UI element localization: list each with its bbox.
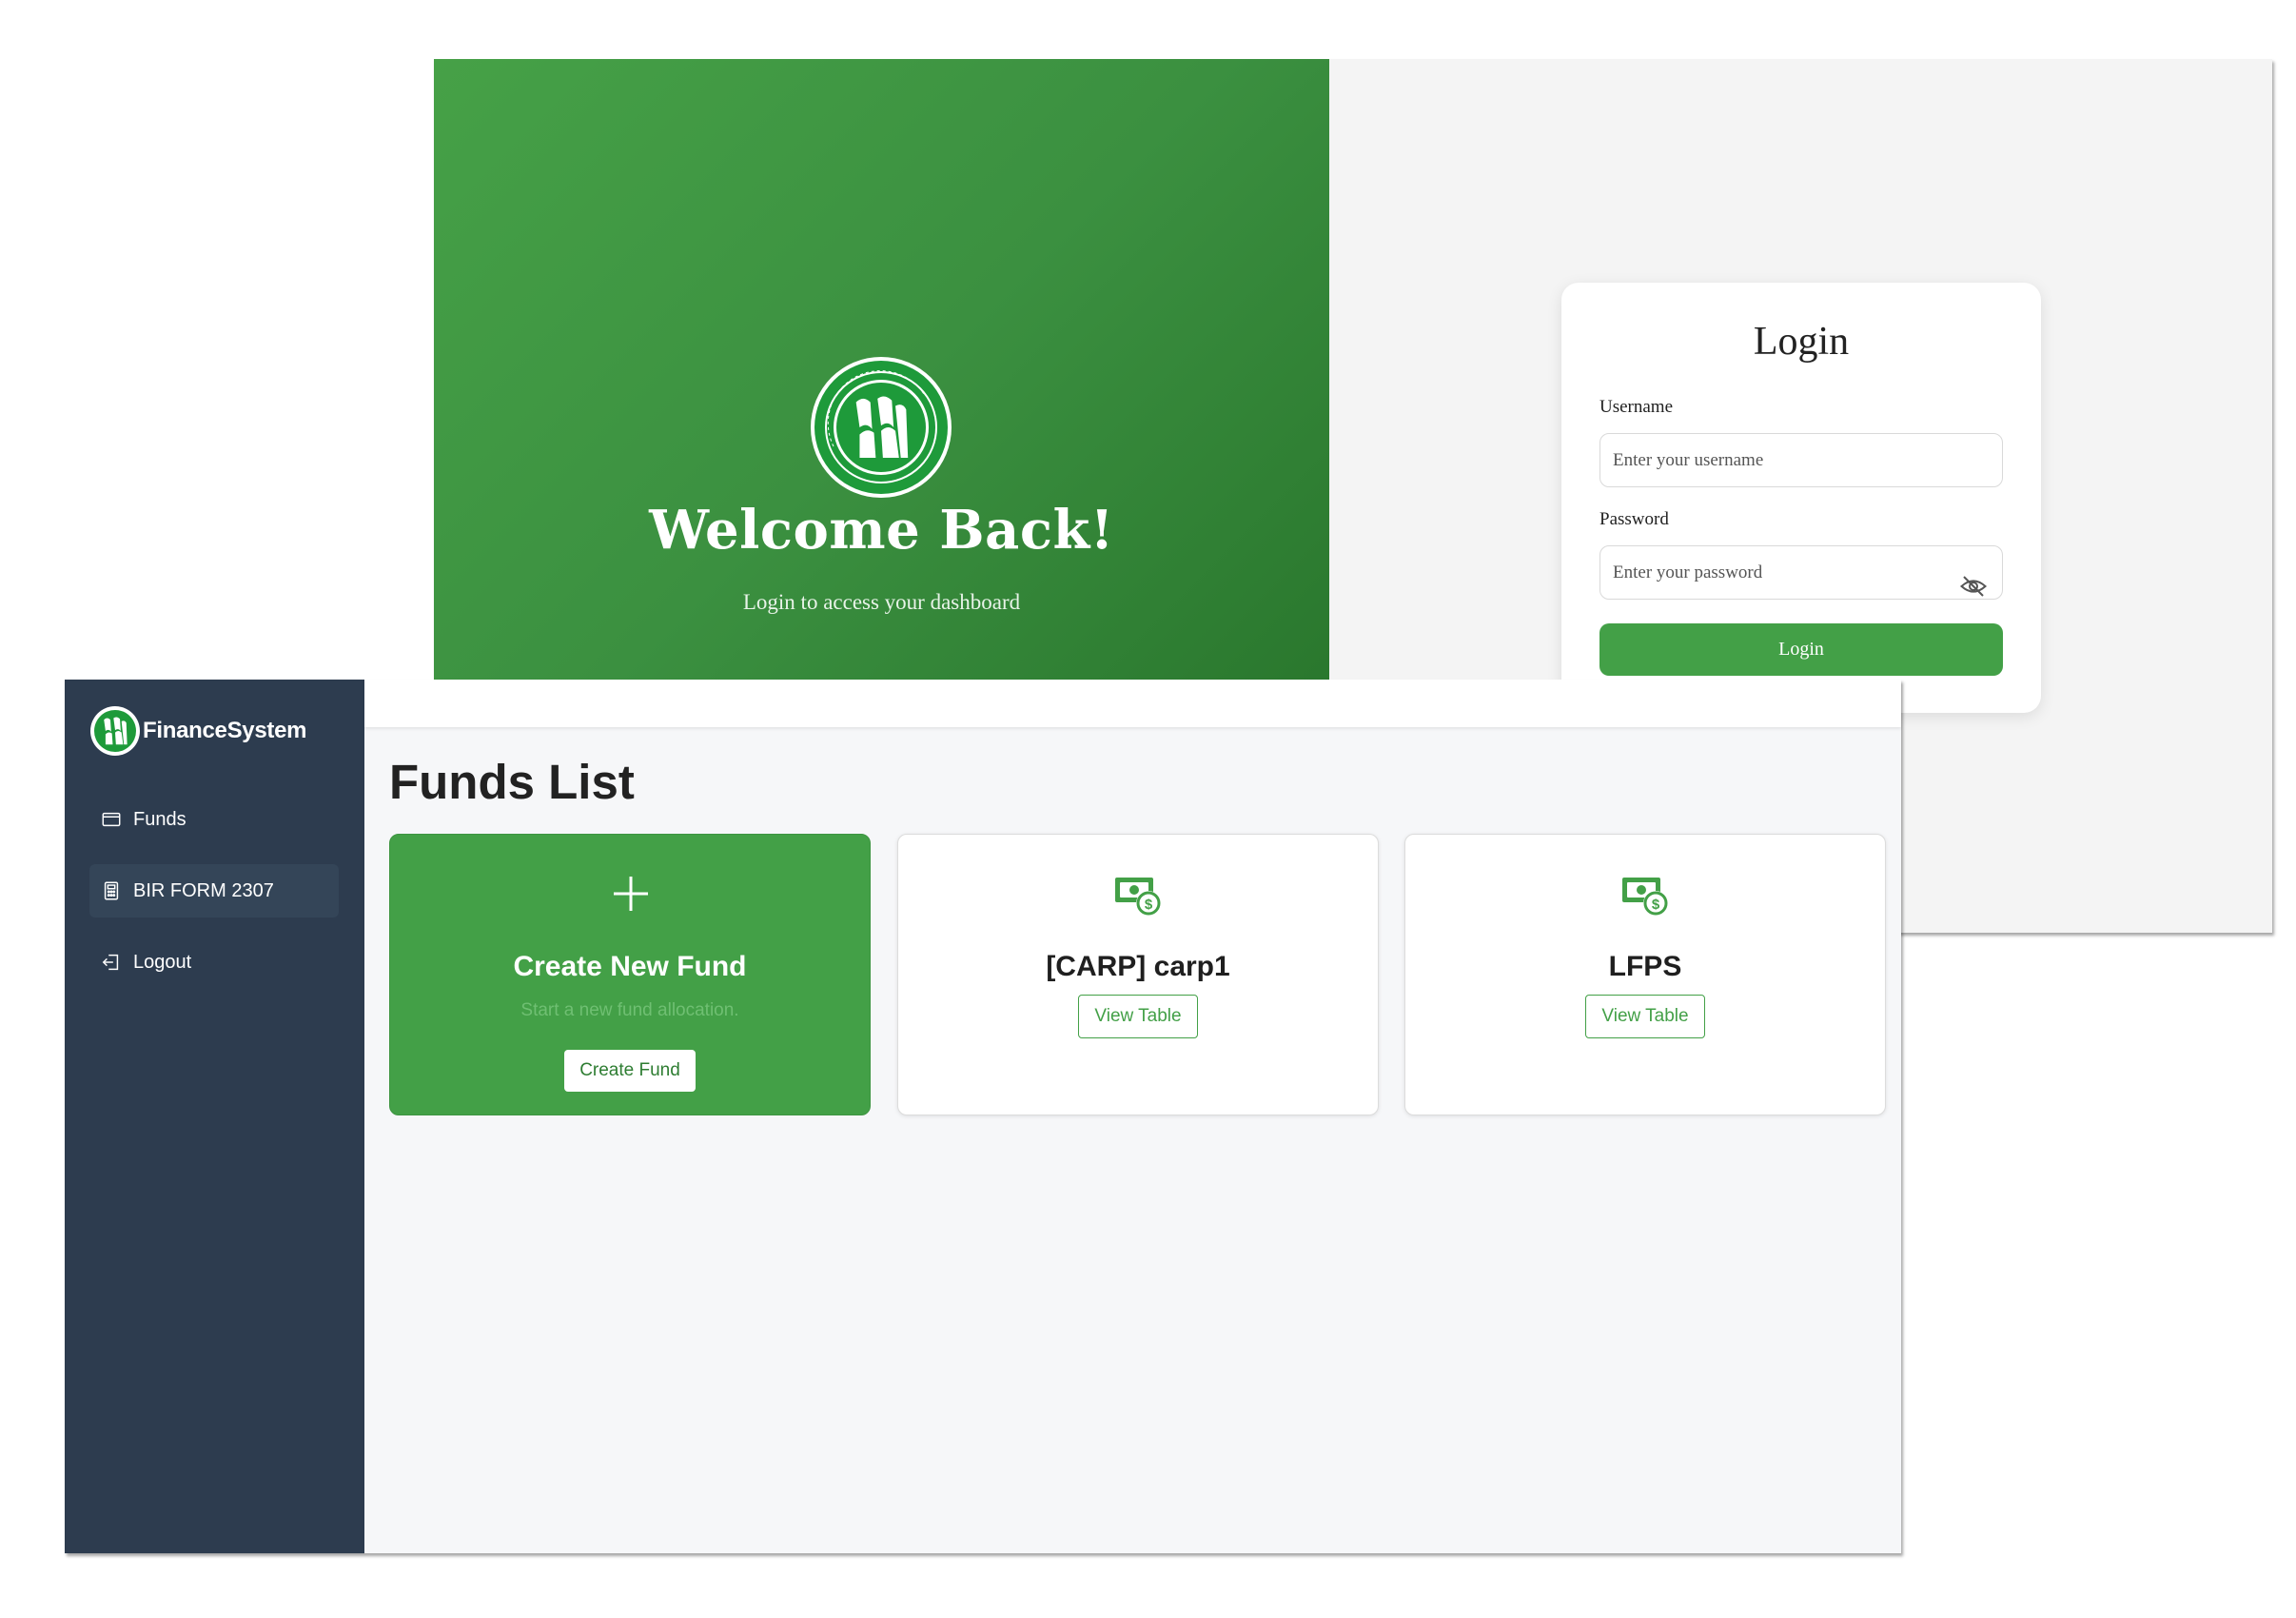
sidebar-item-label: BIR FORM 2307 [133, 879, 274, 901]
fund-name: LFPS [1608, 951, 1682, 982]
sidebar-item-bir-form-2307[interactable]: BIR FORM 2307 [89, 864, 339, 918]
login-button[interactable]: Login [1599, 623, 2003, 676]
brand[interactable]: FinanceSystem [89, 704, 306, 758]
password-input[interactable] [1599, 545, 2003, 600]
sidebar-item-label: Logout [133, 951, 192, 973]
nia-seal-icon [811, 357, 952, 498]
fund-name: [CARP] carp1 [1046, 951, 1230, 982]
create-fund-title: Create New Fund [513, 951, 747, 982]
login-title: Login [1753, 320, 1850, 364]
brand-name: FinanceSystem [143, 718, 307, 743]
dashboard-window: FinanceSystem Funds BIR FORM 2307 Logout… [65, 680, 1901, 1553]
page-title: Funds List [389, 755, 635, 809]
username-input[interactable] [1599, 433, 2003, 487]
username-label: Username [1599, 397, 1674, 417]
create-fund-subtitle: Start a new fund allocation. [520, 1000, 739, 1020]
create-fund-button[interactable]: Create Fund [564, 1050, 696, 1092]
sidebar-item-logout[interactable]: Logout [89, 936, 339, 989]
welcome-title: Welcome Back! [649, 499, 1114, 562]
logout-icon [102, 954, 119, 971]
login-card: Login Username Password Login [1561, 283, 2041, 713]
money-icon [1112, 869, 1166, 922]
fund-card: [CARP] carp1 View Table [897, 834, 1379, 1115]
money-icon [1619, 869, 1673, 922]
sidebar-item-funds[interactable]: Funds [89, 793, 339, 846]
sidebar: FinanceSystem Funds BIR FORM 2307 Logout [65, 680, 364, 1553]
plus-icon [614, 877, 648, 911]
password-label: Password [1599, 509, 1669, 529]
create-fund-card[interactable]: Create New Fund Start a new fund allocat… [389, 834, 871, 1115]
wallet-icon [102, 812, 121, 827]
top-bar [364, 680, 1901, 727]
calculator-icon [104, 881, 119, 900]
view-table-button[interactable]: View Table [1078, 995, 1198, 1038]
eye-off-icon[interactable] [1959, 572, 1988, 601]
view-table-button[interactable]: View Table [1585, 995, 1705, 1038]
nia-logo-icon [90, 706, 140, 756]
fund-card: LFPS View Table [1404, 834, 1886, 1115]
sidebar-item-label: Funds [133, 808, 186, 830]
welcome-subtitle: Login to access your dashboard [742, 590, 1021, 614]
